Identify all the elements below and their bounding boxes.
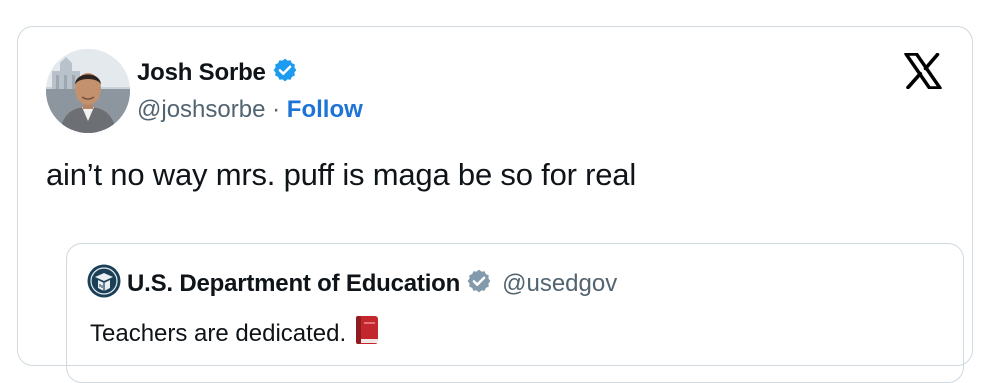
quoted-author-handle[interactable]: @usedgov <box>502 270 617 298</box>
author-handle[interactable]: @joshsorbe <box>137 96 265 123</box>
author-name[interactable]: Josh Sorbe <box>137 59 266 87</box>
quoted-author-name[interactable]: U.S. Department of Education <box>127 270 460 298</box>
verified-badge-icon <box>272 57 298 88</box>
quoted-tweet-text-row: Teachers are dedicated. <box>90 314 382 353</box>
follow-button[interactable]: Follow <box>287 96 363 123</box>
government-verified-badge-icon <box>466 268 492 299</box>
education-department-logo-icon[interactable] <box>87 264 121 303</box>
avatar[interactable] <box>46 49 130 133</box>
tweet-text: ain’t no way mrs. puff is maga be so for… <box>46 157 637 192</box>
quoted-tweet[interactable]: U.S. Department of Education @usedgov Te… <box>66 243 964 383</box>
tweet-card[interactable]: Josh Sorbe @joshsorbe · Follow ain’t no … <box>17 26 973 383</box>
quoted-tweet-text: Teachers are dedicated. <box>90 319 347 347</box>
x-logo-icon[interactable] <box>904 52 942 90</box>
red-book-icon <box>352 314 382 353</box>
author-handle-row: @joshsorbe · Follow <box>137 96 363 124</box>
quoted-tweet-header: U.S. Department of Education @usedgov <box>87 264 617 303</box>
author-name-row: Josh Sorbe <box>137 57 298 88</box>
handle-separator: · <box>272 96 281 123</box>
